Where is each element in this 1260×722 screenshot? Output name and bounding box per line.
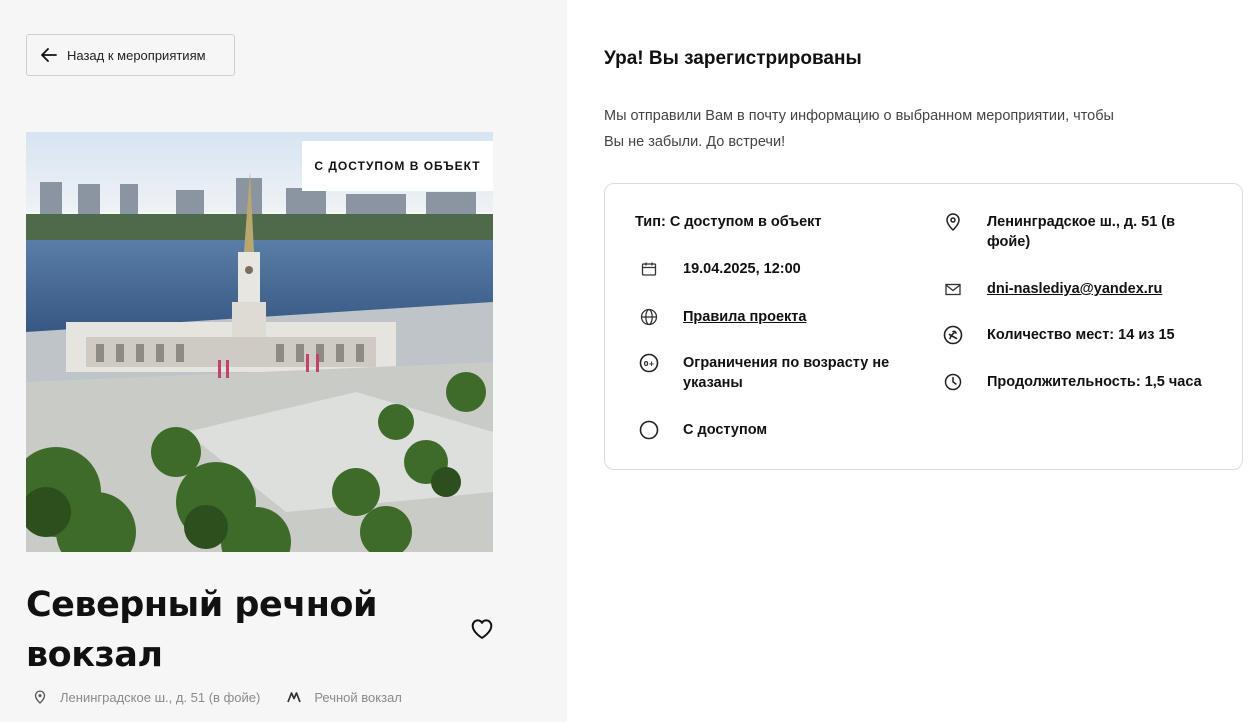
registration-success-text: Мы отправили Вам в почту информацию о вы… xyxy=(604,108,1114,150)
detail-duration: Продолжительность: 1,5 часа xyxy=(943,372,1202,392)
event-title: Северный речной вокзал xyxy=(26,585,377,675)
detail-rules: Правила проекта xyxy=(639,307,806,327)
location-pin-icon xyxy=(32,689,48,705)
event-location-row: Ленинградское ш., д. 51 (в фойе) Речной … xyxy=(32,689,402,705)
detail-age: 0+ Ограничения по возрасту не указаны xyxy=(639,353,939,393)
project-rules-link[interactable]: Правила проекта xyxy=(683,307,806,327)
arrow-left-icon xyxy=(41,48,57,62)
mail-icon xyxy=(943,279,963,299)
event-details-card: Тип: С доступом в объект 19.04.2025, 12:… xyxy=(604,183,1243,470)
detail-date-text: 19.04.2025, 12:00 xyxy=(683,261,801,277)
clock-icon xyxy=(943,372,963,392)
detail-date: 19.04.2025, 12:00 xyxy=(639,259,801,279)
event-panel: Назад к мероприятиям С ДОСТУПОМ В ОБЪЕКТ… xyxy=(0,0,567,722)
favorite-button[interactable] xyxy=(468,614,496,642)
calendar-icon xyxy=(639,259,659,279)
heart-icon xyxy=(471,619,493,639)
detail-seats-text: Количество мест: 14 из 15 xyxy=(987,327,1175,343)
detail-address-text: Ленинградское ш., д. 51 (в фойе) xyxy=(987,214,1176,250)
access-badge: С ДОСТУПОМ В ОБЪЕКТ xyxy=(302,141,493,191)
event-address: Ленинградское ш., д. 51 (в фойе) xyxy=(60,689,261,705)
detail-access-text: С доступом xyxy=(683,422,768,438)
svg-text:0+: 0+ xyxy=(644,360,655,368)
detail-age-text: Ограничения по возрасту не указаны xyxy=(683,355,890,391)
registration-success-title: Ура! Вы зарегистрированы xyxy=(604,48,862,69)
globe-icon xyxy=(639,307,659,327)
metro-icon xyxy=(286,689,302,705)
detail-address: Ленинградское ш., д. 51 (в фойе) xyxy=(943,212,1203,252)
event-photo: С ДОСТУПОМ В ОБЪЕКТ xyxy=(26,132,493,552)
detail-access: С доступом xyxy=(639,420,767,440)
detail-email: dni-naslediya@yandex.ru xyxy=(943,279,1162,299)
seats-icon xyxy=(943,325,963,345)
back-to-events-button[interactable]: Назад к мероприятиям xyxy=(26,34,235,76)
location-pin-icon xyxy=(943,212,963,232)
event-metro: Речной вокзал xyxy=(314,689,402,705)
detail-type-text: Тип: С доступом в объект xyxy=(635,214,822,230)
circle-icon xyxy=(639,420,659,440)
age-restriction-icon: 0+ xyxy=(639,353,659,373)
detail-type: Тип: С доступом в объект xyxy=(635,212,822,232)
back-button-label: Назад к мероприятиям xyxy=(67,47,206,63)
detail-duration-text: Продолжительность: 1,5 часа xyxy=(987,374,1202,390)
contact-email-link[interactable]: dni-naslediya@yandex.ru xyxy=(987,279,1162,299)
detail-seats: Количество мест: 14 из 15 xyxy=(943,325,1175,345)
